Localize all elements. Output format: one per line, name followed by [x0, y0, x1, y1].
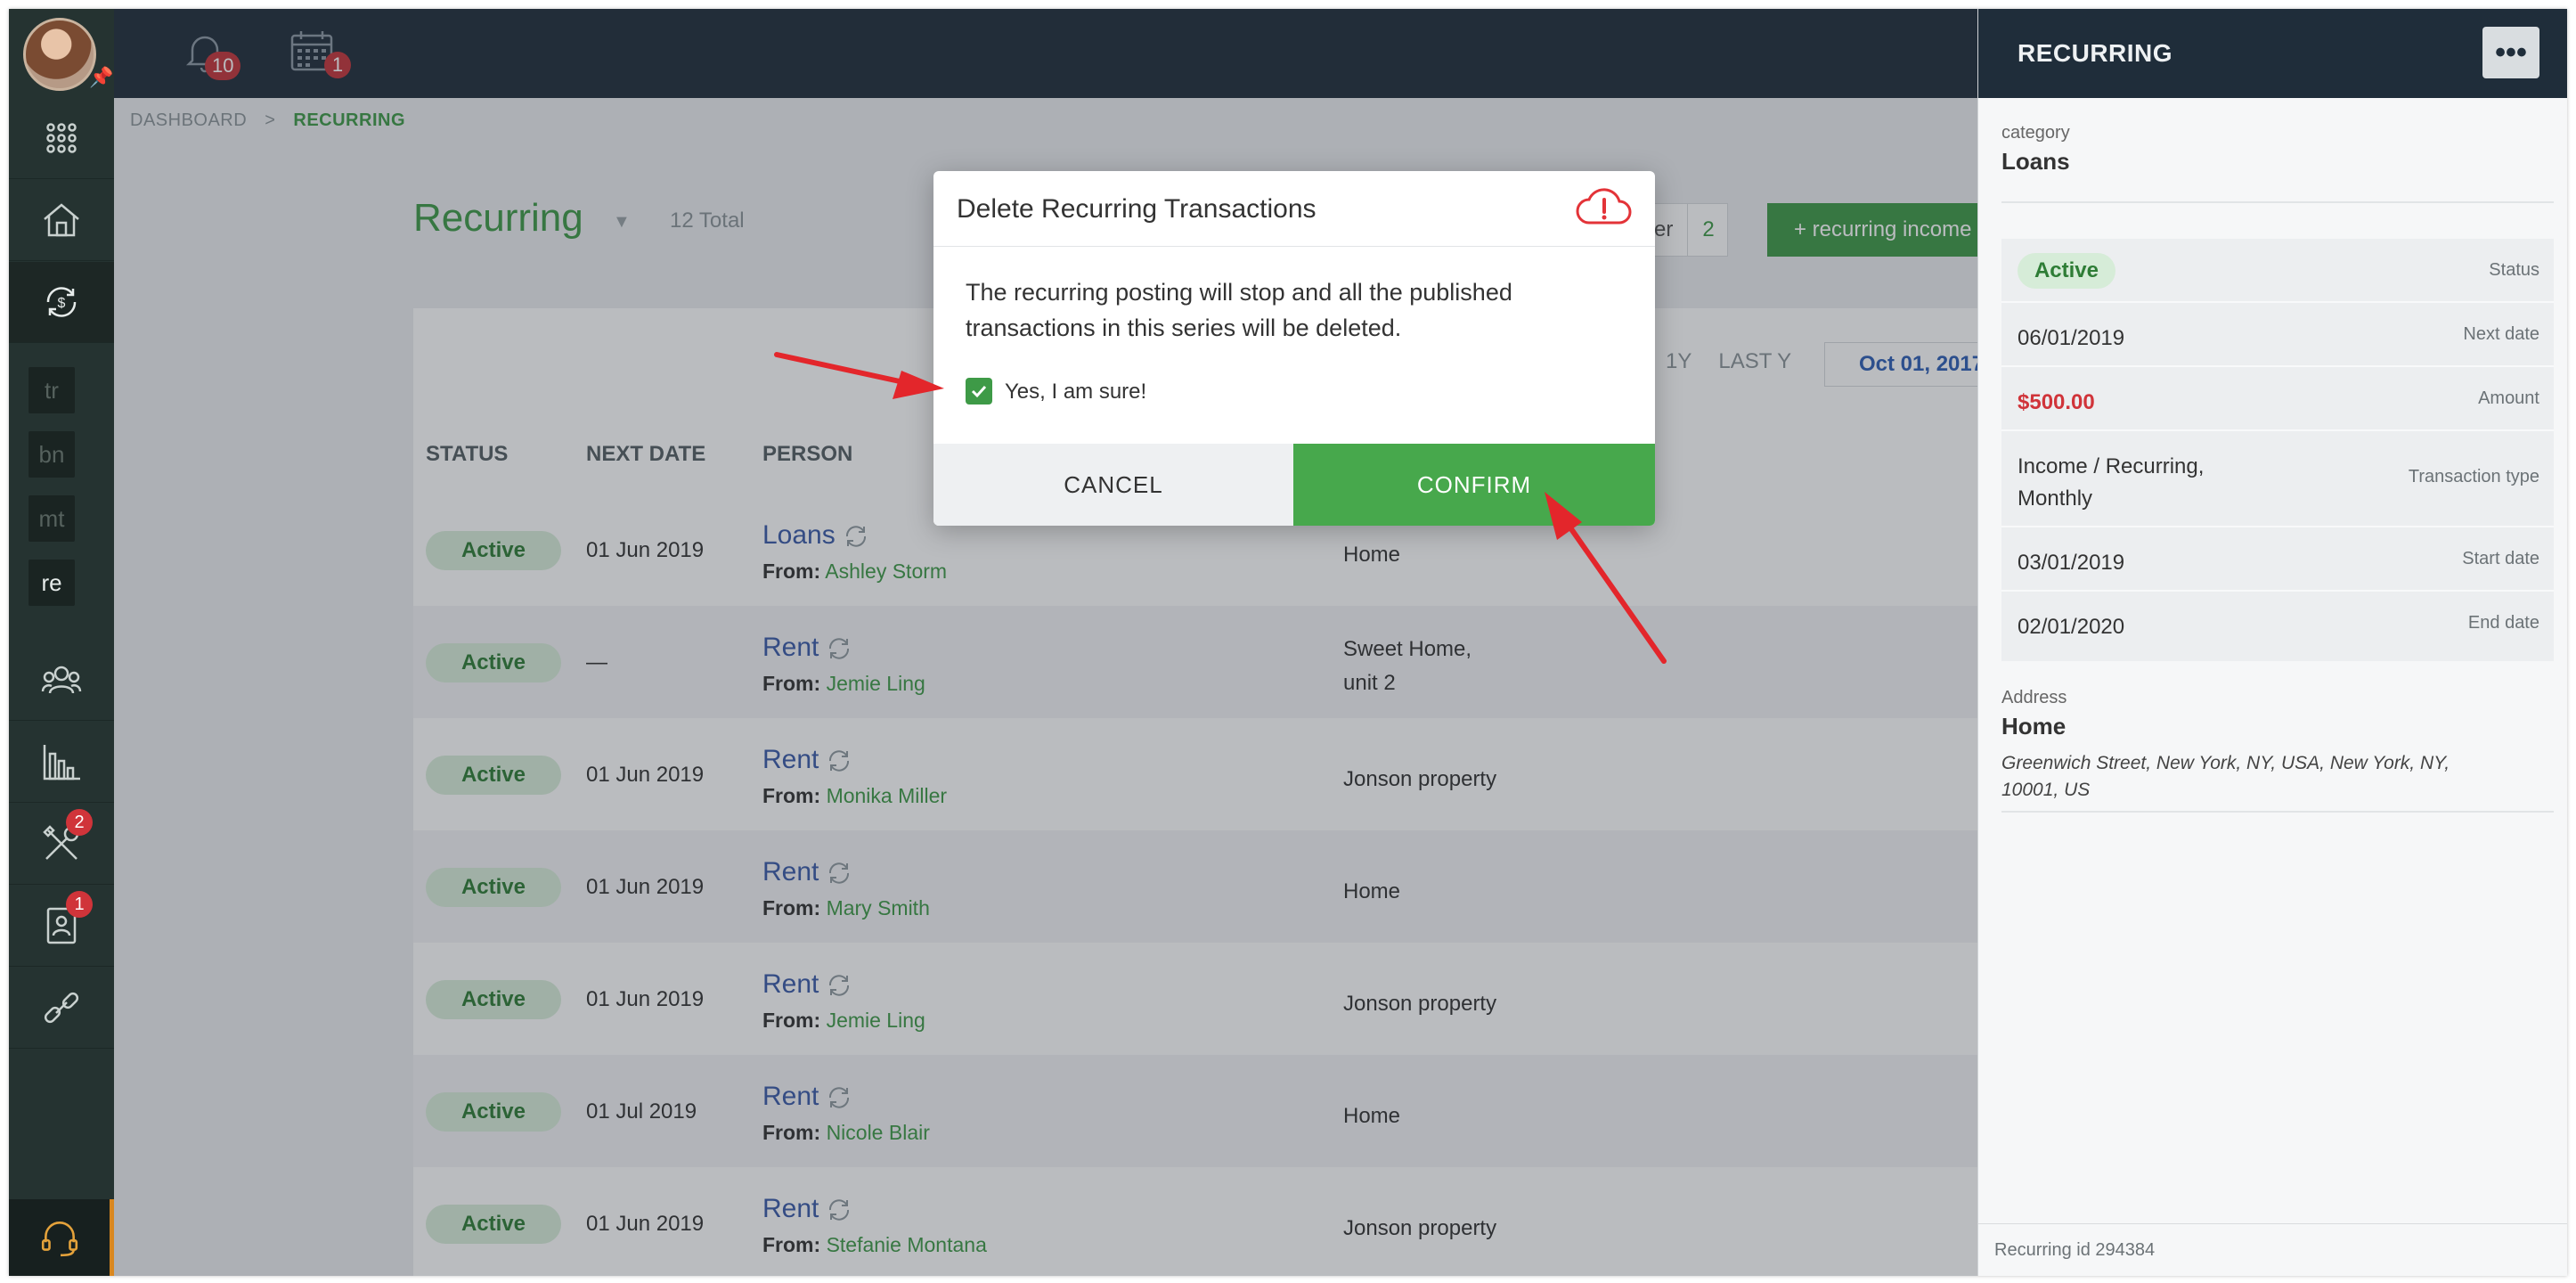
dialog-divider	[933, 246, 1655, 247]
avatar[interactable]	[23, 18, 96, 91]
tools-badge: 2	[66, 809, 93, 836]
sidebar-item-people[interactable]	[9, 640, 114, 721]
sidebar-tag-tr[interactable]: tr	[29, 367, 75, 413]
sidebar-item-contacts[interactable]	[9, 886, 114, 967]
amount-value: $500.00	[2018, 390, 2095, 414]
cloud-alert-icon	[1576, 188, 1632, 225]
confirm-checkbox[interactable]	[966, 378, 992, 405]
confirm-button[interactable]: CONFIRM	[1293, 444, 1655, 526]
details-panel-title: RECURRING	[2018, 39, 2173, 67]
divider	[2001, 811, 2554, 813]
end-date-row: 02/01/2020 End date	[2018, 613, 2539, 639]
sidebar: 📌 $ tr bn mt re 2 1	[9, 9, 114, 1276]
cancel-button[interactable]: CANCEL	[933, 444, 1293, 526]
details-summary: Active Status 06/01/2019 Next date $500.0…	[2001, 239, 2554, 661]
apps-grid-icon	[46, 123, 77, 153]
start-date-row: 03/01/2019 Start date	[2001, 527, 2554, 592]
confirm-checkbox-label[interactable]: Yes, I am sure!	[1005, 380, 1146, 405]
details-panel: RECURRING ••• category Loans Active Stat…	[1977, 9, 2567, 1276]
transaction-type-row: Income / Recurring, Monthly Transaction t…	[2001, 431, 2554, 527]
category-label: category	[2001, 123, 2070, 143]
address-name[interactable]: Home	[2001, 713, 2066, 740]
address-label: Address	[2001, 688, 2067, 707]
svg-text:$: $	[58, 296, 66, 311]
sidebar-item-links[interactable]	[9, 968, 114, 1049]
sidebar-tag-re[interactable]: re	[29, 560, 75, 606]
reports-icon	[43, 745, 80, 780]
divider	[2001, 201, 2554, 203]
delete-recurring-dialog: Delete Recurring Transactions The recurr…	[933, 171, 1655, 526]
more-menu-button[interactable]: •••	[2482, 27, 2539, 78]
sidebar-item-tools[interactable]	[9, 804, 114, 885]
check-icon	[971, 385, 987, 398]
category-value: Loans	[2001, 148, 2070, 175]
next-date-row: 06/01/2019 Next date	[2001, 303, 2554, 367]
sidebar-tag-mt[interactable]: mt	[29, 495, 75, 542]
sidebar-item-recurring[interactable]: $	[9, 262, 114, 343]
house-icon	[44, 203, 79, 237]
people-icon	[41, 666, 82, 694]
sidebar-item-apps[interactable]	[9, 98, 114, 179]
dialog-message: The recurring posting will stop and all …	[966, 279, 1512, 341]
sidebar-tag-bn[interactable]: bn	[29, 431, 75, 478]
contacts-badge: 1	[66, 891, 93, 918]
sidebar-item-reports[interactable]	[9, 722, 114, 803]
details-panel-header: RECURRING •••	[1978, 9, 2567, 98]
link-icon	[44, 992, 79, 1024]
headset-icon	[41, 1222, 77, 1257]
support-button[interactable]	[9, 1199, 114, 1276]
sidebar-item-properties[interactable]	[9, 180, 114, 261]
status-badge: Active	[2018, 253, 2115, 289]
address-text: Greenwich Street, New York, NY, USA, New…	[2001, 753, 2450, 800]
recurring-money-icon: $	[46, 287, 77, 317]
app-window: 📌 $ tr bn mt re 2 1 10 1 DASHBOARD > REC…	[9, 9, 2567, 1276]
pin-icon[interactable]: 📌	[89, 66, 113, 89]
recurring-id-footer: Recurring id 294384	[1978, 1223, 2567, 1276]
status-row: Active Status	[2001, 239, 2554, 303]
dialog-title: Delete Recurring Transactions	[957, 194, 1317, 224]
amount-row: $500.00 Amount	[2001, 367, 2554, 431]
